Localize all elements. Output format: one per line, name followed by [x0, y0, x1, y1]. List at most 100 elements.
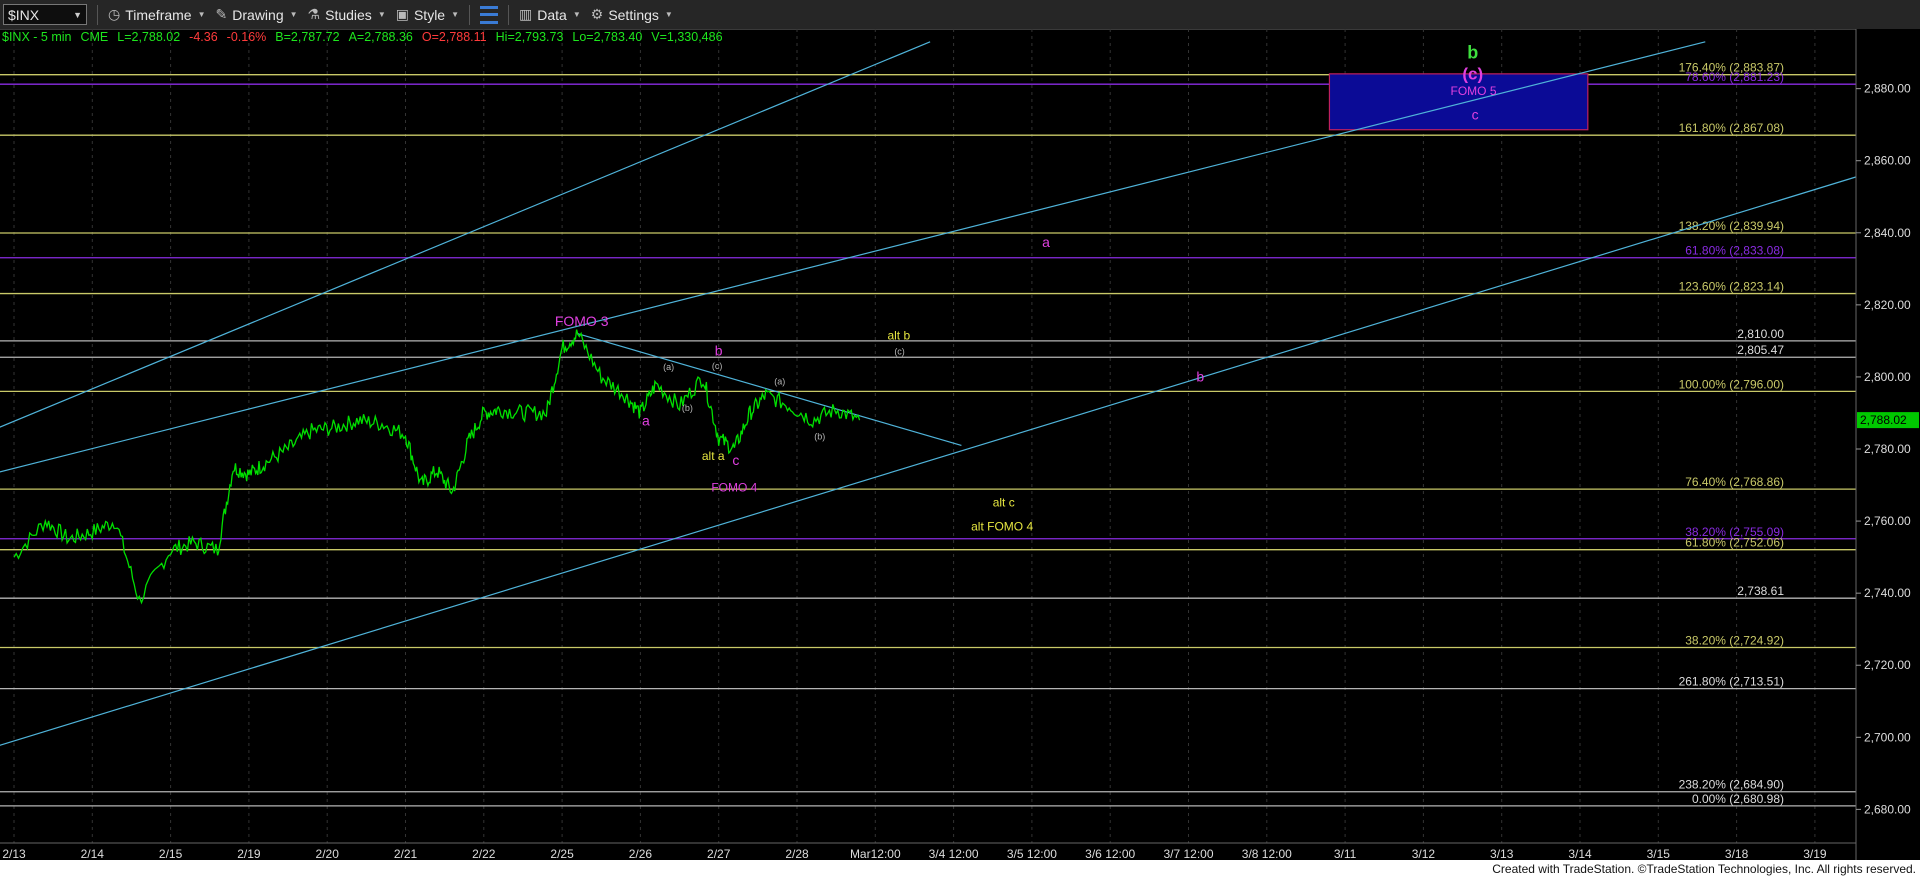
- target-box: [1328, 73, 1589, 131]
- y-tick-label: 2,720.00: [1864, 658, 1911, 672]
- level-label: 76.40% (2,768.86): [1685, 475, 1784, 489]
- y-tick-label: 2,880.00: [1864, 82, 1911, 96]
- wave-label: FOMO 3: [555, 313, 609, 329]
- x-tick-label: 2/22: [472, 847, 496, 860]
- wave-label: b: [715, 342, 723, 358]
- x-tick-label: 2/19: [237, 847, 261, 860]
- drawing-label: Drawing: [232, 6, 284, 23]
- x-tick-label: 2/13: [2, 847, 26, 860]
- high-price: Hi=2,793.73: [495, 30, 564, 44]
- level-label: 38.20% (2,724.92): [1685, 634, 1784, 648]
- chevron-down-icon: ▼: [197, 10, 206, 19]
- chart-icon: ▥: [519, 6, 533, 22]
- y-tick-label: 2,840.00: [1864, 226, 1911, 240]
- chevron-down-icon: ▼: [664, 10, 673, 19]
- y-tick-label: 2,700.00: [1864, 730, 1911, 744]
- y-tick-label: 2,860.00: [1864, 154, 1911, 168]
- chevron-down-icon: ▼: [377, 10, 386, 19]
- gear-icon: ⚙: [590, 6, 604, 22]
- pencil-icon: ✎: [215, 6, 228, 22]
- wave-label: c: [1472, 107, 1479, 123]
- x-tick-label: 2/26: [629, 847, 653, 860]
- open-price: O=2,788.11: [421, 30, 487, 44]
- x-tick-label: 2/20: [316, 847, 340, 860]
- wave-label: alt FOMO 4: [971, 519, 1033, 533]
- toolbar: $INX ▼ ◷ Timeframe ▼ ✎ Drawing ▼ ⚗ Studi…: [0, 0, 1920, 30]
- y-tick-label: 2,680.00: [1864, 802, 1911, 816]
- wave-label: FOMO 5: [1451, 84, 1497, 98]
- trend-line: [0, 174, 1863, 746]
- timeframe-label: Timeframe: [125, 6, 192, 23]
- level-label: 100.00% (2,796.00): [1679, 377, 1784, 391]
- x-tick-label: 2/28: [785, 847, 809, 860]
- chevron-down-icon: ▼: [73, 9, 82, 20]
- x-tick-label: 2/14: [81, 847, 105, 860]
- exchange-label: CME: [80, 30, 109, 44]
- price-change: -4.36: [189, 30, 218, 44]
- symbol-input[interactable]: $INX ▼: [3, 4, 87, 25]
- wave-label: (b): [814, 431, 825, 441]
- level-label: 261.80% (2,713.51): [1679, 675, 1784, 689]
- x-tick-label: 3/11: [1334, 847, 1357, 860]
- level-label: 2,810.00: [1737, 327, 1784, 341]
- footer-bar: Created with TradeStation. ©TradeStation…: [0, 860, 1920, 878]
- wave-label: alt c: [993, 496, 1015, 510]
- y-tick-label: 2,800.00: [1864, 370, 1911, 384]
- style-button[interactable]: ▣ Style ▼: [396, 6, 459, 23]
- x-tick-label: 2/27: [707, 847, 731, 860]
- ask-price: A=2,788.36: [348, 30, 413, 44]
- chevron-down-icon: ▼: [289, 10, 298, 19]
- data-label: Data: [537, 6, 567, 23]
- flask-icon: ⚗: [307, 6, 321, 22]
- symbol-timeframe: $INX - 5 min: [2, 30, 72, 44]
- level-label: 61.80% (2,752.06): [1685, 536, 1784, 550]
- style-label: Style: [413, 6, 446, 23]
- layout-icon[interactable]: [480, 5, 499, 24]
- x-tick-label: 2/15: [159, 847, 183, 860]
- studies-button[interactable]: ⚗ Studies ▼: [308, 6, 386, 23]
- y-tick-label: 2,780.00: [1864, 442, 1911, 456]
- chevron-down-icon: ▼: [572, 10, 581, 19]
- toolbar-divider: [97, 4, 98, 25]
- wave-label: a: [642, 413, 650, 429]
- x-tick-label: 3/18: [1725, 847, 1749, 860]
- level-label: 78.60% (2,881.23): [1685, 70, 1784, 84]
- x-tick-label: 3/4 12:00: [929, 847, 979, 860]
- x-tick-label: 2/25: [550, 847, 574, 860]
- x-tick-label: 3/8 12:00: [1242, 847, 1292, 860]
- last-price-label: 2,788.02: [1860, 413, 1907, 427]
- trend-line: [0, 41, 931, 428]
- style-icon: ▣: [395, 6, 409, 22]
- drawing-button[interactable]: ✎ Drawing ▼: [216, 6, 298, 23]
- settings-button[interactable]: ⚙ Settings ▼: [591, 6, 673, 23]
- timeframe-button[interactable]: ◷ Timeframe ▼: [108, 6, 206, 23]
- wave-label: (a): [774, 377, 785, 387]
- price-chart[interactable]: 176.40% (2,883.87)78.60% (2,881.23)161.8…: [0, 29, 1920, 860]
- level-label: 61.80% (2,833.08): [1685, 244, 1784, 258]
- x-tick-label: 3/14: [1568, 847, 1592, 860]
- level-label: 0.00% (2,680.98): [1692, 792, 1784, 806]
- last-price: L=2,788.02: [117, 30, 181, 44]
- x-tick-label: Mar12:00: [850, 847, 901, 860]
- level-label: 238.20% (2,684.90): [1679, 778, 1784, 792]
- y-tick-label: 2,820.00: [1864, 298, 1911, 312]
- wave-label: b: [1467, 43, 1478, 63]
- x-tick-label: 3/7 12:00: [1163, 847, 1213, 860]
- wave-label: FOMO 4: [711, 481, 757, 495]
- bid-price: B=2,787.72: [275, 30, 340, 44]
- x-tick-label: 3/5 12:00: [1007, 847, 1057, 860]
- level-label: 2,738.61: [1737, 584, 1784, 598]
- x-tick-label: 3/13: [1490, 847, 1514, 860]
- wave-label: (c): [712, 361, 723, 371]
- data-button[interactable]: ▥ Data ▼: [519, 6, 581, 23]
- x-tick-label: 3/15: [1647, 847, 1671, 860]
- x-tick-label: 3/12: [1412, 847, 1436, 860]
- level-label: 2,805.47: [1737, 343, 1784, 357]
- wave-label: b: [1196, 369, 1204, 385]
- studies-label: Studies: [325, 6, 372, 23]
- wave-label: alt b: [887, 328, 910, 342]
- copyright-text: Created with TradeStation. ©TradeStation…: [1492, 862, 1916, 876]
- clock-icon: ◷: [108, 6, 121, 22]
- wave-label: (a): [663, 362, 674, 372]
- y-tick-label: 2,760.00: [1864, 514, 1911, 528]
